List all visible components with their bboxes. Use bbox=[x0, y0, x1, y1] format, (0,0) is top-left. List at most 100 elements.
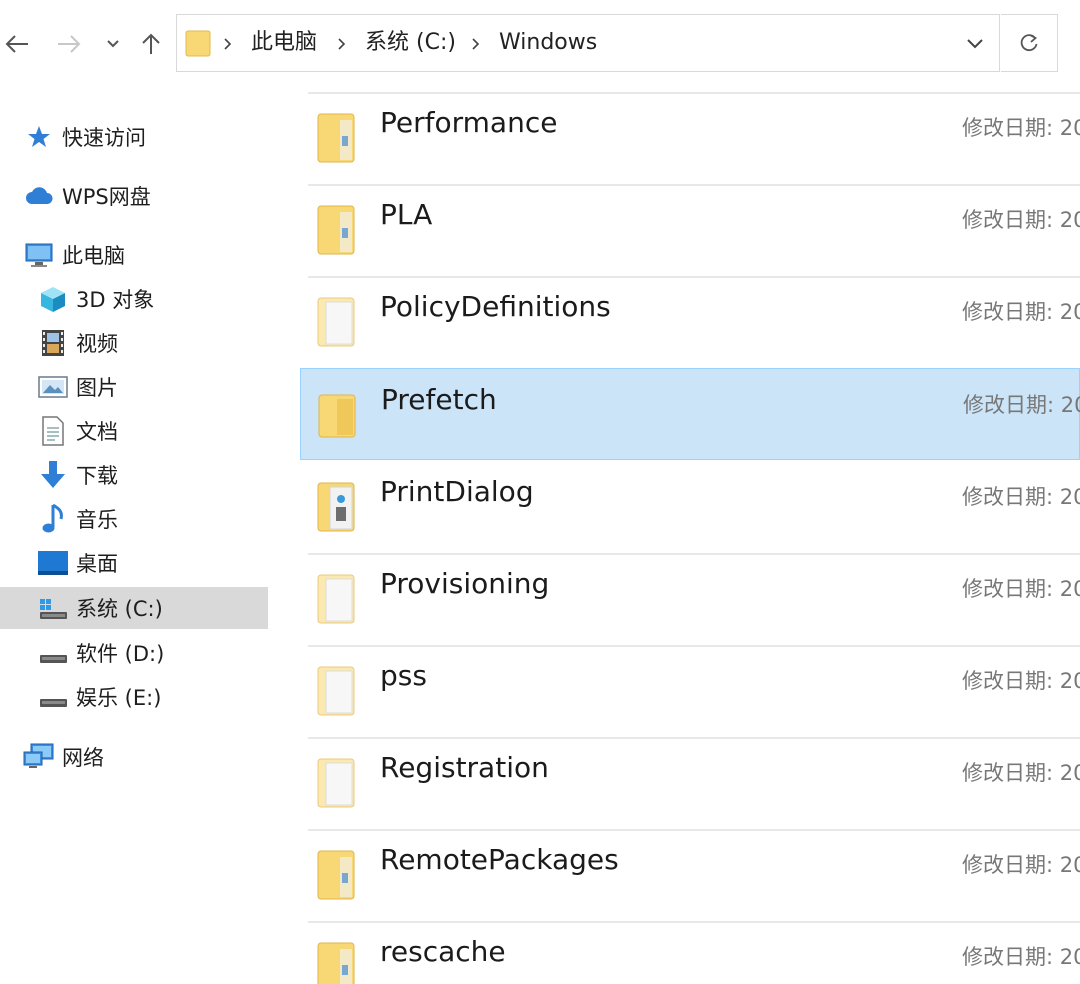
chevron-right-icon bbox=[472, 38, 480, 50]
sidebar-item-music[interactable]: 音乐 bbox=[0, 498, 268, 540]
file-modified-date: 修改日期: 20 bbox=[962, 945, 1080, 969]
file-name: Prefetch bbox=[381, 383, 497, 416]
file-modified-date: 修改日期: 20 bbox=[962, 116, 1080, 140]
file-row[interactable]: PolicyDefinitions 修改日期: 20 bbox=[300, 276, 1080, 368]
system-drive-icon bbox=[36, 591, 70, 625]
file-row[interactable]: Registration 修改日期: 20 bbox=[300, 737, 1080, 829]
folder-icon bbox=[317, 113, 355, 163]
forward-arrow-icon bbox=[58, 35, 81, 53]
file-modified-date: 修改日期: 20 bbox=[962, 853, 1080, 877]
sidebar-item-network[interactable]: 网络 bbox=[0, 736, 268, 778]
row-divider bbox=[308, 645, 1080, 647]
file-modified-date: 修改日期: 20 bbox=[963, 393, 1080, 417]
file-name: Registration bbox=[380, 751, 549, 784]
address-dropdown-icon[interactable] bbox=[965, 33, 985, 53]
file-row[interactable]: Provisioning 修改日期: 20 bbox=[300, 553, 1080, 645]
sidebar-item-pictures[interactable]: 图片 bbox=[0, 366, 268, 408]
sidebar-item-label: 视频 bbox=[76, 332, 118, 356]
file-modified-date: 修改日期: 20 bbox=[962, 300, 1080, 324]
sidebar-item-this-pc[interactable]: 此电脑 bbox=[0, 234, 268, 276]
sidebar-item-label: 娱乐 (E:) bbox=[76, 686, 162, 710]
sidebar-item-label: 图片 bbox=[76, 376, 118, 400]
sidebar-item-quick-access[interactable]: 快速访问 bbox=[0, 116, 268, 158]
file-modified-date: 修改日期: 20 bbox=[962, 485, 1080, 509]
file-row[interactable]: rescache 修改日期: 20 bbox=[300, 921, 1080, 984]
navigation-bar: 此电脑 系统 (C:) Windows bbox=[0, 0, 1080, 86]
file-modified-date: 修改日期: 20 bbox=[962, 761, 1080, 785]
cloud-icon bbox=[22, 179, 56, 213]
sidebar-item-software-drive[interactable]: 软件 (D:) bbox=[0, 632, 268, 674]
sidebar-item-label: 系统 (C:) bbox=[76, 597, 163, 621]
star-icon bbox=[22, 120, 56, 154]
file-row[interactable]: pss 修改日期: 20 bbox=[300, 645, 1080, 737]
file-row[interactable]: Performance 修改日期: 20 bbox=[300, 92, 1080, 184]
video-icon bbox=[36, 326, 70, 360]
row-divider bbox=[308, 829, 1080, 831]
file-name: RemotePackages bbox=[380, 843, 619, 876]
back-button[interactable] bbox=[0, 26, 34, 62]
folder-icon bbox=[317, 666, 355, 716]
chevron-down-icon bbox=[107, 40, 119, 48]
folder-icon bbox=[317, 297, 355, 347]
back-arrow-icon bbox=[5, 35, 28, 53]
picture-icon bbox=[36, 370, 70, 404]
breadcrumb-system-drive[interactable]: 系统 (C:) bbox=[365, 15, 456, 71]
sidebar-item-label: 音乐 bbox=[76, 508, 118, 532]
sidebar-item-wps-cloud[interactable]: WPS网盘 bbox=[0, 175, 268, 217]
folder-icon bbox=[317, 942, 355, 984]
row-divider bbox=[308, 737, 1080, 739]
document-icon bbox=[36, 414, 70, 448]
folder-icon bbox=[185, 30, 211, 57]
folder-icon bbox=[318, 394, 356, 438]
breadcrumb-this-pc[interactable]: 此电脑 bbox=[251, 15, 317, 71]
recent-locations-button[interactable] bbox=[96, 26, 130, 62]
3d-objects-icon bbox=[36, 282, 70, 316]
music-icon bbox=[36, 502, 70, 536]
folder-icon bbox=[317, 574, 355, 624]
sidebar-item-label: 下载 bbox=[76, 464, 118, 488]
breadcrumb-windows[interactable]: Windows bbox=[499, 15, 597, 71]
chevron-right-icon bbox=[338, 38, 346, 50]
file-name: PLA bbox=[380, 198, 433, 231]
row-divider bbox=[308, 184, 1080, 186]
sidebar-item-system-drive[interactable]: 系统 (C:) bbox=[0, 587, 268, 629]
sidebar-item-downloads[interactable]: 下载 bbox=[0, 454, 268, 496]
file-name: Provisioning bbox=[380, 567, 550, 600]
file-name: Performance bbox=[380, 106, 558, 139]
up-arrow-icon bbox=[142, 33, 160, 54]
sidebar-item-videos[interactable]: 视频 bbox=[0, 322, 268, 364]
forward-button[interactable] bbox=[52, 26, 86, 62]
sidebar-item-documents[interactable]: 文档 bbox=[0, 410, 268, 452]
chevron-right-icon bbox=[224, 38, 232, 50]
row-divider bbox=[308, 92, 1080, 94]
up-button[interactable] bbox=[134, 26, 168, 62]
computer-icon bbox=[22, 238, 56, 272]
address-bar[interactable]: 此电脑 系统 (C:) Windows bbox=[176, 14, 1000, 72]
download-icon bbox=[36, 458, 70, 492]
sidebar-item-label: 此电脑 bbox=[62, 244, 125, 268]
file-modified-date: 修改日期: 20 bbox=[962, 577, 1080, 601]
navigation-pane: 快速访问 WPS网盘 此电脑 3D 对象 视频 图片 文档 下载 音乐 桌面 系… bbox=[0, 100, 270, 984]
folder-icon bbox=[317, 482, 355, 532]
sidebar-item-3d-objects[interactable]: 3D 对象 bbox=[0, 278, 268, 320]
file-modified-date: 修改日期: 20 bbox=[962, 669, 1080, 693]
folder-icon bbox=[317, 758, 355, 808]
refresh-button[interactable] bbox=[1001, 14, 1058, 72]
desktop-icon bbox=[36, 546, 70, 580]
file-row-selected[interactable]: Prefetch 修改日期: 20 bbox=[300, 368, 1080, 460]
sidebar-item-label: 快速访问 bbox=[62, 126, 146, 150]
sidebar-item-label: 3D 对象 bbox=[76, 288, 155, 312]
file-modified-date: 修改日期: 20 bbox=[962, 208, 1080, 232]
file-row[interactable]: PrintDialog 修改日期: 20 bbox=[300, 461, 1080, 553]
refresh-icon bbox=[1020, 34, 1038, 52]
file-row[interactable]: PLA 修改日期: 20 bbox=[300, 184, 1080, 276]
file-row[interactable]: RemotePackages 修改日期: 20 bbox=[300, 829, 1080, 921]
sidebar-item-label: 软件 (D:) bbox=[76, 642, 165, 666]
sidebar-item-entertainment-drive[interactable]: 娱乐 (E:) bbox=[0, 676, 268, 718]
folder-icon bbox=[317, 850, 355, 900]
file-list: Performance 修改日期: 20 PLA 修改日期: 20 Policy… bbox=[300, 90, 1080, 984]
sidebar-item-label: 桌面 bbox=[76, 552, 118, 576]
sidebar-item-desktop[interactable]: 桌面 bbox=[0, 542, 268, 584]
row-divider bbox=[308, 276, 1080, 278]
folder-icon bbox=[317, 205, 355, 255]
